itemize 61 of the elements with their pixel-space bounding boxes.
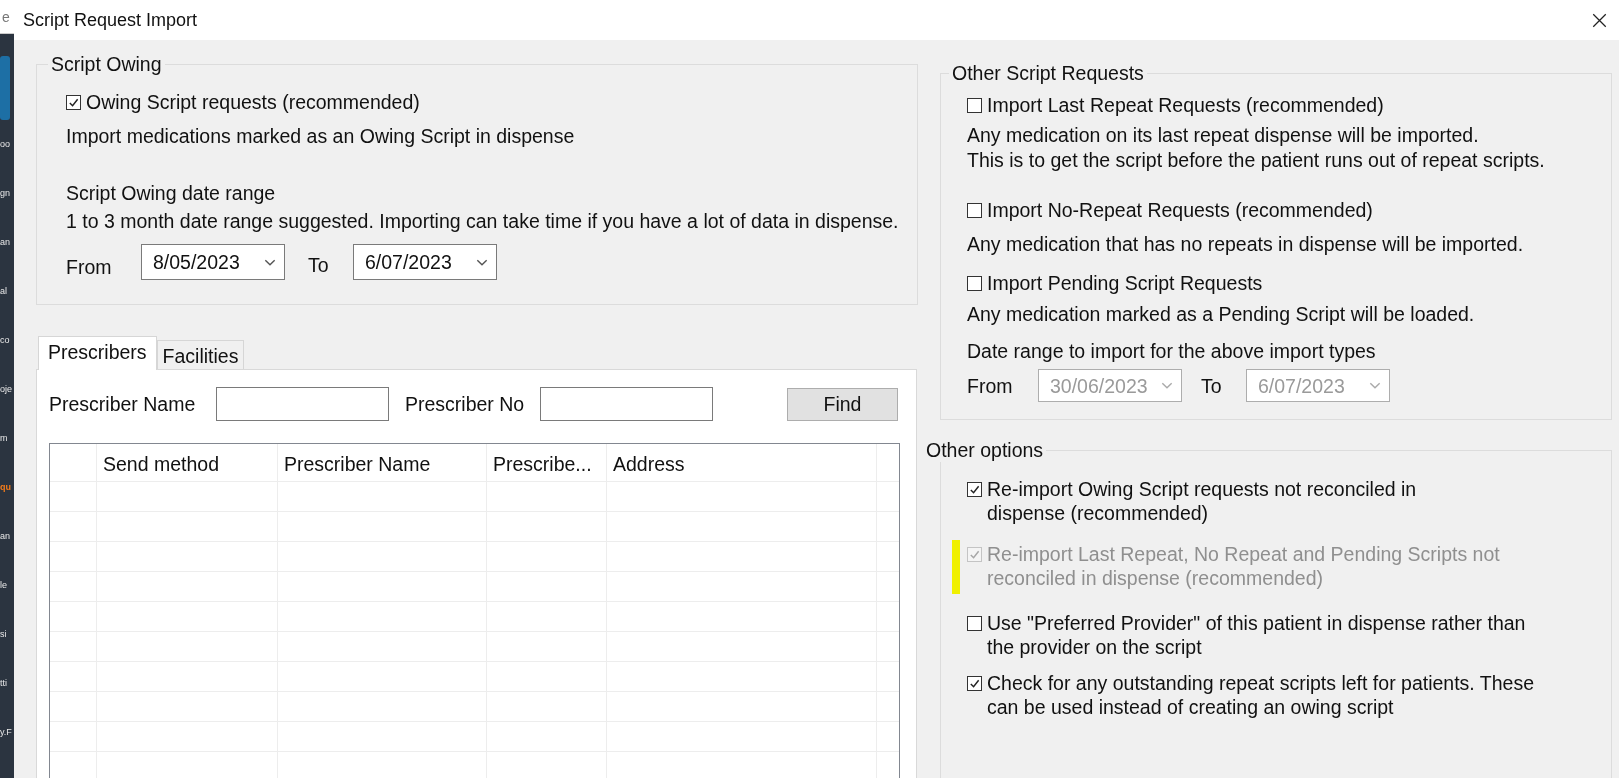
checkbox[interactable] (967, 482, 982, 497)
description-text: Any medication on its last repeat dispense will be imported. (967, 123, 1480, 148)
from-label: From (967, 373, 1014, 398)
checkmark-icon (68, 96, 79, 108)
window-title: Script Request Import (23, 9, 198, 32)
to-label: To (1201, 373, 1223, 398)
chevron-icon (476, 258, 488, 266)
group-title: Other Script Requests (951, 61, 1145, 85)
checkbox[interactable] (967, 676, 982, 691)
sidebar-item[interactable]: al (0, 285, 7, 334)
app-icon (0, 56, 10, 120)
chevron-icon (1369, 382, 1381, 389)
hint-text: 1 to 3 month date range suggested. Importing can take time if you have a lot of data in dispense. (66, 209, 900, 233)
input-field[interactable] (540, 387, 713, 421)
search-field[interactable]: e (0, 0, 14, 34)
date-range-title: Date range to import for the above import types (967, 339, 1377, 363)
chevron-icon (264, 258, 276, 266)
sidebar-item[interactable]: an (0, 236, 10, 285)
column-header[interactable]: Prescribe... (487, 444, 607, 481)
sidebar-item[interactable]: le (0, 579, 7, 628)
date-range-title: Script Owing date range (66, 181, 277, 205)
sidebar-item[interactable]: tti (0, 677, 7, 726)
checkbox-label[interactable]: Owing Script requests (recommended) (86, 90, 420, 114)
group-title: Other options (925, 438, 1045, 462)
sidebar-item[interactable]: y.F (0, 726, 12, 775)
column-header[interactable]: Address (607, 444, 877, 481)
tab[interactable]: Prescribers (38, 336, 157, 370)
field-label: Prescriber No (405, 392, 526, 416)
description-text: Any medication marked as a Pending Script will be loaded. (967, 302, 1476, 326)
field-label: Prescriber Name (49, 392, 197, 416)
description-text: This is to get the script before the patient runs out of repeat scripts. (967, 148, 1546, 173)
sidebar-item[interactable]: co (0, 334, 10, 383)
description-text: Any medication that has no repeats in dispense will be imported. (967, 232, 1525, 256)
checkbox[interactable] (967, 616, 982, 631)
checkbox-label[interactable]: Check for any outstanding repeat scripts left for patients. These can be used instead of creating an owing script (987, 671, 1535, 719)
sidebar-item[interactable]: qu (0, 481, 11, 530)
column-header[interactable]: Send method (97, 444, 278, 481)
date-dropdown[interactable]: 6/07/2023 (353, 244, 497, 280)
group-title: Script Owing (50, 52, 163, 76)
find-button[interactable]: Find (787, 387, 898, 421)
sidebar-item[interactable]: m (0, 432, 8, 481)
from-label: From (66, 255, 113, 279)
column-header[interactable]: Prescriber Name (278, 444, 487, 481)
sidebar-item[interactable]: si (0, 628, 7, 677)
tab[interactable]: Facilities (156, 340, 245, 369)
checkbox-label[interactable]: Re-import Owing Script requests not reconciled in dispense (recommended) (987, 477, 1417, 525)
checkbox[interactable] (66, 94, 81, 110)
checkmark-icon (969, 549, 980, 560)
sidebar-item[interactable]: oo (0, 138, 10, 187)
sidebar-item[interactable]: oje (0, 383, 12, 432)
checkmark-icon (969, 484, 980, 495)
chevron-icon (1161, 382, 1173, 389)
input-field[interactable] (216, 387, 389, 421)
close-icon[interactable] (1592, 12, 1607, 28)
description-text: Import medications marked as an Owing Script in dispense (66, 124, 576, 148)
sidebar-item[interactable]: gn (0, 187, 10, 236)
to-label: To (308, 253, 330, 277)
date-dropdown[interactable]: 8/05/2023 (141, 244, 285, 280)
sidebar-item[interactable]: an (0, 530, 10, 579)
checkbox-label[interactable]: Use "Preferred Provider" of this patient in dispense rather than the provider on the script (987, 611, 1526, 659)
checkmark-icon (969, 678, 980, 689)
